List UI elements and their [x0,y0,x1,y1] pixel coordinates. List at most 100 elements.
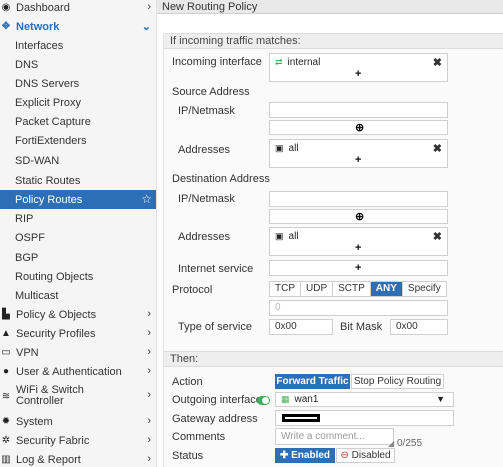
sidebar-item-bgp[interactable]: BGP [0,248,156,267]
chevron-right-icon: › [147,434,151,446]
protocol-selector: TCP UDP SCTP ANY Specify [269,281,447,297]
remove-icon[interactable]: ✖ [433,56,442,69]
action-label: Action [172,376,203,388]
source-addresses-label: Addresses [178,144,230,156]
destination-address-label: Destination Address [172,173,270,185]
page-title: New Routing Policy [162,1,258,13]
sidebar-item-dashboard[interactable]: ◉ Dashboard › [0,0,156,17]
protocol-any[interactable]: ANY [370,282,403,296]
sidebar-item-static-routes[interactable]: Static Routes [0,171,156,190]
remove-icon[interactable]: ✖ [433,230,442,243]
incoming-interface-field[interactable]: ⇄ internal ✖ + [269,53,448,82]
protocol-tcp[interactable]: TCP [270,282,301,296]
status-enabled-button[interactable]: ✚ Enabled [275,448,335,463]
chevron-right-icon: › [147,308,151,320]
forward-traffic-button[interactable]: Forward Traffic [275,374,350,389]
sidebar-item-multicast[interactable]: Multicast [0,286,156,305]
star-icon[interactable]: ☆ [141,192,152,206]
routing-policy-form: If incoming traffic matches: Incoming in… [163,33,503,467]
chevron-right-icon: › [147,415,151,427]
outgoing-interface-select[interactable]: ▦ wan1 ▼ [275,392,454,407]
dest-ip-netmask-input[interactable] [269,191,448,207]
source-ip-netmask-label: IP/Netmask [178,105,235,117]
sidebar-item-explicit-proxy[interactable]: Explicit Proxy [0,93,156,112]
protocol-specify[interactable]: Specify [403,282,446,296]
protocol-number-input[interactable]: 0 [269,300,448,316]
chevron-right-icon: › [147,1,151,13]
chevron-right-icon: › [147,327,151,339]
sidebar-item-user-authentication[interactable]: ● User & Authentication › [0,362,156,381]
sidebar-item-rip[interactable]: RIP [0,209,156,228]
sidebar-item-vpn[interactable]: ▭ VPN › [0,343,156,362]
internet-service-field[interactable]: + [269,260,448,276]
internet-service-label: Internet service [178,263,254,275]
sidebar-item-policy-routes[interactable]: Policy Routes ☆ [0,190,156,209]
wan-port-icon: ▦ [281,394,290,404]
user-icon: ● [2,366,10,377]
sidebar-item-dns-servers[interactable]: DNS Servers [0,74,156,93]
interface-icon: ⇄ [275,57,283,67]
sidebar-item-interfaces[interactable]: Interfaces [0,36,156,55]
policy-icon: ▙ [2,309,10,320]
incoming-interface-label: Incoming interface [172,56,262,68]
add-circle-icon: ⊕ [355,211,365,223]
section-header-then: Then: [164,351,503,367]
gateway-address-label: Gateway address [172,413,258,425]
bit-mask-input[interactable]: 0x00 [390,319,448,335]
dest-add-button[interactable]: ⊕ [269,209,448,224]
add-circle-icon: ⊕ [355,122,365,134]
gateway-address-input[interactable] [275,410,454,426]
outgoing-interface-toggle[interactable] [257,396,270,405]
sidebar-item-policy-objects[interactable]: ▙ Policy & Objects › [0,305,156,324]
sidebar-item-ospf[interactable]: OSPF [0,228,156,247]
add-icon[interactable]: + [355,154,361,166]
selected-interface: ▦ wan1 [281,394,319,405]
source-add-button[interactable]: ⊕ [269,120,448,135]
comments-label: Comments [172,431,226,443]
protocol-sctp[interactable]: SCTP [333,282,371,296]
sidebar-item-system[interactable]: ✹ System › [0,412,156,431]
type-of-service-label: Type of service [178,321,252,333]
sidebar: ◉ Dashboard › ✥ Network ⌄ Interfaces DNS… [0,0,157,467]
protocol-udp[interactable]: UDP [301,282,334,296]
address-chip: ▣ all [275,231,299,242]
sidebar-item-dns[interactable]: DNS [0,55,156,74]
section-header-match: If incoming traffic matches: [164,33,503,49]
interface-chip: ⇄ internal [275,57,321,68]
comment-char-count: 0/255 [397,438,423,449]
sidebar-item-sd-wan[interactable]: SD-WAN [0,151,156,170]
sidebar-item-fortiextenders[interactable]: FortiExtenders [0,131,156,150]
tos-input[interactable]: 0x00 [269,319,333,335]
source-addresses-field[interactable]: ▣ all ✖ + [269,139,448,168]
dest-addresses-field[interactable]: ▣ all ✖ + [269,227,448,256]
chevron-down-icon: ⌄ [141,21,151,33]
stop-policy-routing-button[interactable]: Stop Policy Routing [351,374,444,389]
add-icon[interactable]: + [355,242,361,254]
sidebar-item-routing-objects[interactable]: Routing Objects [0,267,156,286]
sidebar-item-wifi-switch-controller[interactable]: ≋ WiFi & Switch Controller › [0,383,156,409]
address-chip: ▣ all [275,143,299,154]
chart-icon: ▥ [1,454,11,465]
redacted-value [282,414,320,422]
address-icon: ▣ [275,143,284,153]
resize-handle-icon[interactable]: ◢ [388,439,394,448]
dest-ip-netmask-label: IP/Netmask [178,193,235,205]
status-disabled-button[interactable]: ⊖ Disabled [336,448,395,463]
source-ip-netmask-input[interactable] [269,102,448,118]
add-icon[interactable]: + [355,68,361,80]
check-circle-icon: ✚ [279,450,289,461]
sidebar-item-network[interactable]: ✥ Network ⌄ [0,17,156,36]
outgoing-interface-label: Outgoing interface [172,394,262,406]
chevron-right-icon: › [147,346,151,358]
sidebar-item-log-report[interactable]: ▥ Log & Report › [0,450,156,467]
bit-mask-label: Bit Mask [340,321,383,333]
caret-down-icon: ▼ [436,394,445,404]
fabric-icon: ✲ [1,435,11,446]
remove-icon[interactable]: ✖ [433,142,442,155]
comments-textarea[interactable]: Write a comment... [275,428,394,445]
sidebar-item-security-profiles[interactable]: ▲ Security Profiles › [0,324,156,343]
sidebar-item-packet-capture[interactable]: Packet Capture [0,112,156,131]
add-icon: + [355,262,362,274]
sidebar-item-security-fabric[interactable]: ✲ Security Fabric › [0,431,156,450]
monitor-icon: ▭ [1,347,11,358]
